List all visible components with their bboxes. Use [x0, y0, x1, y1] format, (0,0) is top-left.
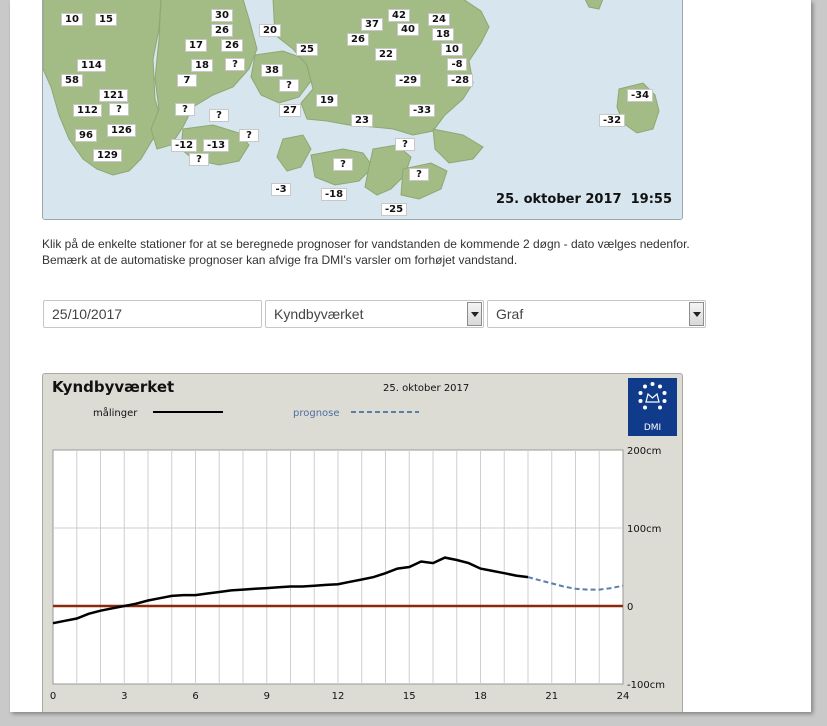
view-value: Graf — [496, 306, 524, 322]
station-label[interactable]: 18 — [191, 59, 213, 72]
station-label[interactable]: -25 — [381, 203, 408, 216]
station-label[interactable]: 40 — [397, 23, 419, 36]
station-label[interactable]: 129 — [93, 149, 122, 162]
station-label[interactable]: -8 — [447, 58, 467, 71]
station-label[interactable]: 30 — [211, 9, 233, 22]
station-label[interactable]: 10 — [61, 13, 83, 26]
water-level-map[interactable]: 10 15 30 26 20 17 26 25 37 42 24 40 18 26 22 10 114 18? 38… — [42, 0, 683, 220]
station-label[interactable]: 96 — [75, 129, 97, 142]
map-timestamp: 25. oktober 2017 19:55 — [496, 192, 672, 207]
station-label[interactable]: 26 — [221, 39, 243, 52]
x-tick-label: 21 — [545, 691, 558, 702]
station-label[interactable]: ? — [239, 129, 259, 142]
station-label[interactable]: 18 — [432, 28, 454, 41]
station-label[interactable]: -3 — [271, 183, 291, 196]
station-label[interactable]: 20 — [259, 24, 281, 37]
station-label[interactable]: -28 — [447, 74, 474, 87]
station-label[interactable]: 126 — [107, 124, 136, 137]
station-label[interactable]: 22 — [375, 48, 397, 61]
page: 10 15 30 26 20 17 26 25 37 42 24 40 18 26 22 10 114 18? 38… — [10, 0, 811, 712]
station-label[interactable]: 37 — [361, 18, 383, 31]
info-text: Klik på de enkelte stationer for at se b… — [42, 236, 782, 268]
station-label[interactable]: 38 — [261, 64, 283, 77]
station-label[interactable]: ? — [279, 79, 299, 92]
water-level-chart: Kyndbyværket 25. oktober 2017 målinger p… — [42, 373, 683, 712]
chevron-down-icon[interactable] — [467, 302, 482, 326]
chart-plot: 0 3 6 9 12 15 18 21 24 200cm 100cm 0 -100cm — [50, 411, 665, 702]
station-value: Kyndbyværket — [274, 306, 364, 322]
station-label[interactable]: ? — [333, 158, 353, 171]
view-select[interactable]: Graf — [487, 300, 706, 328]
date-input[interactable]: 25/10/2017 — [43, 300, 262, 328]
station-label[interactable]: ? — [109, 103, 129, 116]
x-tick-label: 12 — [332, 691, 345, 702]
station-label[interactable]: 26 — [211, 24, 233, 37]
station-label[interactable]: 24 — [428, 13, 450, 26]
y-tick-label: 100cm — [627, 524, 661, 535]
station-label[interactable]: 121 — [99, 89, 128, 102]
station-label[interactable]: -34 — [627, 89, 654, 102]
station-label[interactable]: 7 — [177, 74, 197, 87]
x-tick-label: 15 — [403, 691, 416, 702]
y-tick-label: 200cm — [627, 446, 661, 457]
x-tick-label: 3 — [121, 691, 127, 702]
info-line-2: Bemærk at de automatiske prognoser kan a… — [42, 253, 518, 267]
station-label[interactable]: 58 — [61, 74, 83, 87]
station-label[interactable]: 26 — [347, 33, 369, 46]
station-label[interactable]: ? — [395, 138, 415, 151]
station-label[interactable]: -33 — [409, 104, 436, 117]
station-label[interactable]: ? — [225, 58, 245, 71]
station-label[interactable]: -12 — [171, 139, 198, 152]
station-label[interactable]: 15 — [95, 13, 117, 26]
y-tick-label: 0 — [627, 602, 633, 613]
station-label[interactable]: -32 — [599, 114, 626, 127]
station-label[interactable]: 19 — [316, 94, 338, 107]
station-label[interactable]: 25 — [296, 43, 318, 56]
station-label[interactable]: -13 — [203, 139, 230, 152]
station-label[interactable]: 23 — [351, 114, 373, 127]
x-tick-label: 18 — [474, 691, 487, 702]
station-label[interactable]: 27 — [279, 104, 301, 117]
station-label[interactable]: 17 — [185, 39, 207, 52]
station-label[interactable]: ? — [189, 153, 209, 166]
x-tick-label: 6 — [192, 691, 198, 702]
station-label[interactable]: -29 — [395, 74, 422, 87]
station-label[interactable]: 42 — [388, 9, 410, 22]
station-label[interactable]: ? — [175, 103, 195, 116]
date-value: 25/10/2017 — [52, 306, 123, 322]
x-tick-label: 24 — [617, 691, 630, 702]
x-tick-label: 0 — [50, 691, 56, 702]
station-label[interactable]: 10 — [441, 43, 463, 56]
station-select[interactable]: Kyndbyværket — [265, 300, 484, 328]
station-label[interactable]: ? — [409, 168, 429, 181]
y-tick-label: -100cm — [627, 680, 665, 691]
info-line-1: Klik på de enkelte stationer for at se b… — [42, 237, 690, 251]
x-tick-label: 9 — [264, 691, 270, 702]
station-label[interactable]: 112 — [73, 104, 102, 117]
station-label[interactable]: 114 — [77, 59, 106, 72]
station-label[interactable]: ? — [209, 109, 229, 122]
station-label[interactable]: -18 — [321, 188, 348, 201]
chevron-down-icon[interactable] — [689, 302, 704, 326]
